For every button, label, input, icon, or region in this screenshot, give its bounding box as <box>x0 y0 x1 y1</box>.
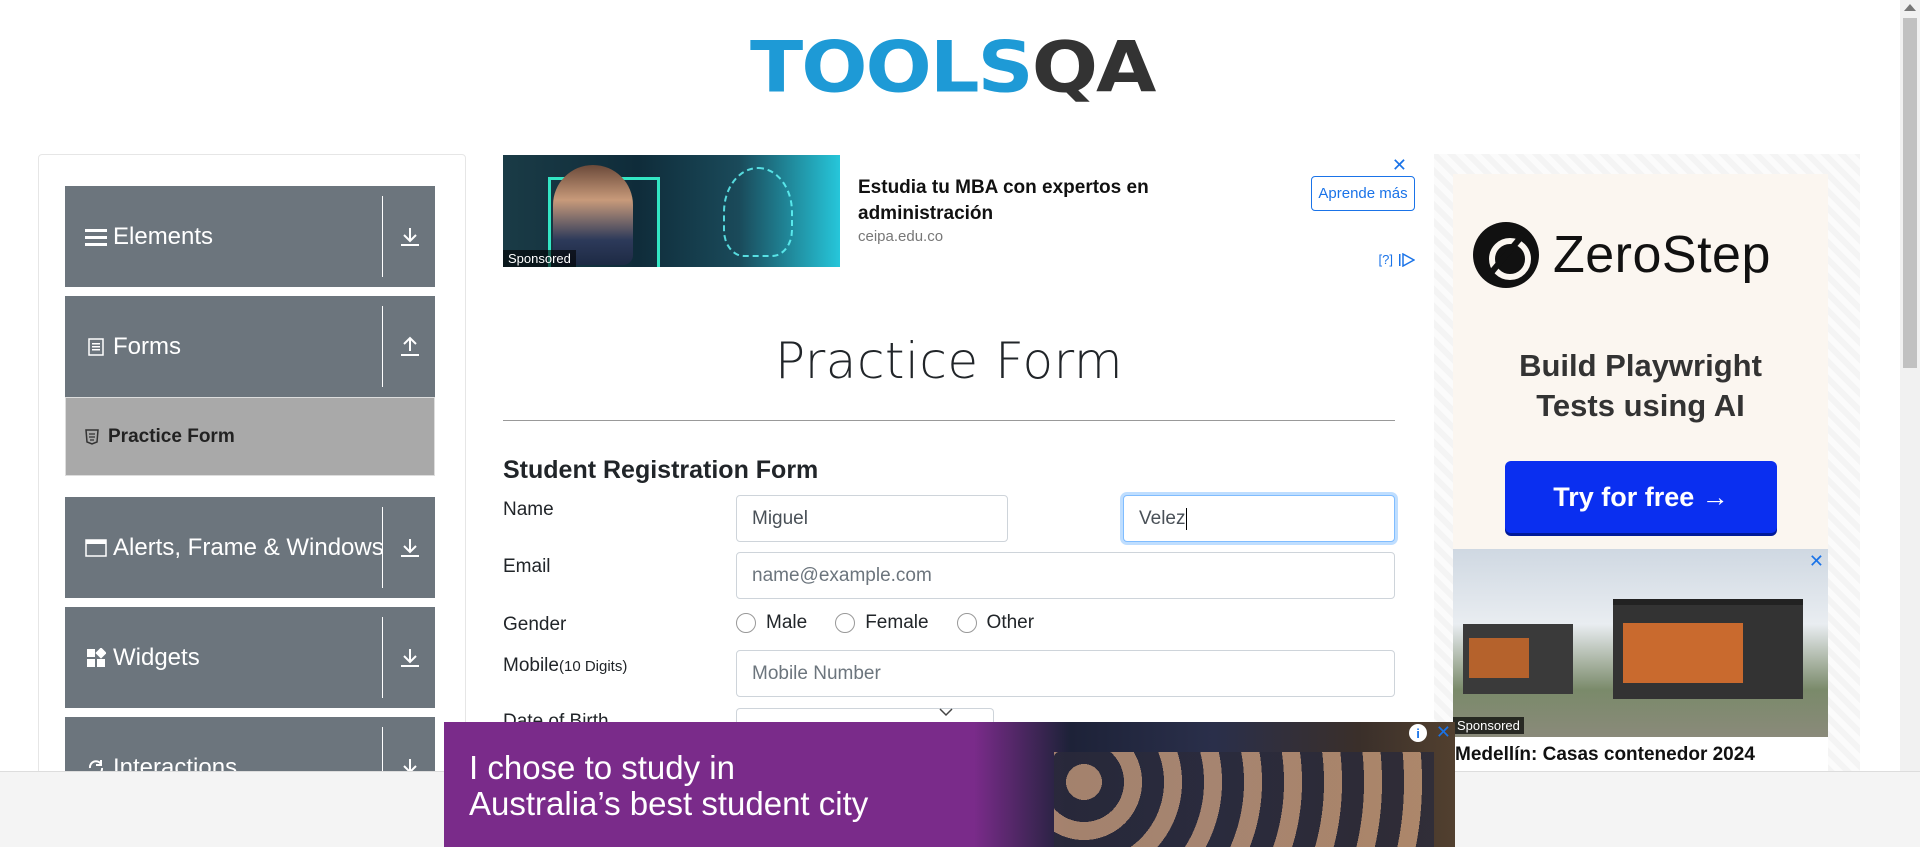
sidebar-group-elements[interactable]: Elements <box>65 186 435 287</box>
info-icon[interactable]: i <box>1409 724 1427 742</box>
house-graphic <box>1463 624 1573 694</box>
text-cursor <box>1186 507 1188 530</box>
html5-icon <box>84 428 100 445</box>
gender-radio-group: Male Female Other <box>736 612 1062 634</box>
radio-label[interactable]: Female <box>865 612 928 634</box>
close-icon[interactable]: ✕ <box>1436 722 1451 743</box>
email-label: Email <box>503 556 551 577</box>
hamburger-icon <box>85 226 107 248</box>
bottom-ad-banner[interactable]: I chose to study in Australia’s best stu… <box>444 722 1455 847</box>
mobile-placeholder: Mobile Number <box>752 662 881 684</box>
download-arrow-icon[interactable] <box>395 222 425 252</box>
logo-text: TOOLSQA <box>750 27 1156 109</box>
sidebar-group-widgets[interactable]: Widgets <box>65 607 435 708</box>
ad-image[interactable]: Sponsored <box>503 155 840 267</box>
logo-qa-text: QA <box>1031 27 1157 109</box>
right-ad-column: ZeroStep Build Playwright Tests using AI… <box>1434 154 1860 847</box>
chevron-down-icon[interactable] <box>938 704 954 720</box>
scroll-up-arrow-icon[interactable] <box>1904 4 1916 11</box>
try-for-free-button[interactable]: Try for free → <box>1505 461 1777 533</box>
radio-circle[interactable] <box>835 613 856 633</box>
gender-male-radio[interactable]: Male <box>736 612 807 634</box>
last-name-value: Velez <box>1139 507 1186 529</box>
radio-circle[interactable] <box>736 613 756 633</box>
sidebar-group-label: Elements <box>113 222 214 250</box>
radio-label[interactable]: Male <box>766 612 807 634</box>
mobile-input[interactable]: Mobile Number <box>736 650 1395 697</box>
ad-cta-button[interactable]: Aprende más <box>1311 176 1415 211</box>
bottom-ad-text: I chose to study in Australia’s best stu… <box>469 749 869 823</box>
house-ad-title[interactable]: Medellín: Casas contenedor 2024 <box>1455 744 1755 766</box>
close-icon[interactable]: ✕ <box>1809 551 1824 572</box>
zerostep-logo: ZeroStep <box>1473 222 1771 288</box>
gender-other-radio[interactable]: Other <box>956 612 1035 634</box>
sponsored-label: Sponsored <box>503 250 576 267</box>
divider <box>382 196 383 277</box>
sidebar-group-alerts[interactable]: Alerts, Frame & Windows <box>65 497 435 598</box>
upload-arrow-icon[interactable] <box>395 332 425 362</box>
ad-title[interactable]: Estudia tu MBA con expertos en administr… <box>858 175 1198 226</box>
adchoices-icon <box>1399 252 1415 267</box>
email-placeholder: name@example.com <box>752 564 932 586</box>
zerostep-brand: ZeroStep <box>1553 226 1771 284</box>
house-graphic <box>1613 599 1803 699</box>
ad-domain[interactable]: ceipa.edu.co <box>858 228 943 245</box>
page-title: Practice Form <box>774 332 1124 390</box>
sponsored-label: Sponsored <box>1453 717 1524 734</box>
document-icon <box>85 336 107 358</box>
top-ad-banner[interactable]: Sponsored Estudia tu MBA con expertos en… <box>503 155 1415 267</box>
mobile-hint: (10 Digits) <box>558 658 628 675</box>
divider <box>382 306 383 387</box>
zerostep-tagline: Build Playwright Tests using AI <box>1519 348 1762 424</box>
download-arrow-icon[interactable] <box>395 533 425 563</box>
email-input[interactable]: name@example.com <box>736 552 1395 599</box>
lightbulb-graphic <box>723 167 793 257</box>
container-house-image[interactable]: Sponsored ✕ <box>1453 549 1828 737</box>
sidebar-item-label: Practice Form <box>108 425 235 447</box>
close-icon[interactable]: ✕ <box>1392 155 1407 176</box>
left-sidebar: Elements Forms Practice Form Alerts, Fra… <box>38 154 466 847</box>
ad-info[interactable]: [?] <box>1379 252 1415 267</box>
widgets-icon <box>85 647 107 669</box>
divider <box>503 420 1395 421</box>
page: TOOLSQA Elements Forms Practice Form Ale… <box>0 0 1920 847</box>
zerostep-ad[interactable]: ZeroStep Build Playwright Tests using AI… <box>1453 174 1828 549</box>
students-photo <box>1054 752 1434 847</box>
sidebar-item-practice-form[interactable]: Practice Form <box>65 397 435 476</box>
first-name-value: Miguel <box>752 507 808 529</box>
sidebar-group-label: Alerts, Frame & Windows <box>113 533 384 561</box>
sidebar-group-forms[interactable]: Forms <box>65 296 435 397</box>
sidebar-group-label: Widgets <box>113 643 200 671</box>
last-name-input[interactable]: Velez <box>1123 495 1395 542</box>
scrollbar-thumb[interactable] <box>1903 18 1917 368</box>
gender-label: Gender <box>503 614 567 635</box>
download-arrow-icon[interactable] <box>395 643 425 673</box>
radio-label[interactable]: Other <box>987 612 1035 634</box>
first-name-input[interactable]: Miguel <box>736 495 1008 542</box>
window-icon <box>85 537 107 559</box>
mobile-label: Mobile(10 Digits) <box>503 655 628 676</box>
name-label: Name <box>503 499 554 520</box>
zerostep-logo-icon <box>1473 222 1539 288</box>
scrollbar[interactable] <box>1900 0 1920 771</box>
sidebar-group-label: Forms <box>113 332 181 360</box>
toolsqa-logo[interactable]: TOOLSQA <box>750 18 1156 118</box>
form-subtitle: Student Registration Form <box>503 456 819 484</box>
divider <box>382 507 383 588</box>
divider <box>382 617 383 698</box>
radio-circle[interactable] <box>956 613 977 633</box>
ad-info-text[interactable]: [?] <box>1379 252 1393 267</box>
gender-female-radio[interactable]: Female <box>835 612 929 634</box>
